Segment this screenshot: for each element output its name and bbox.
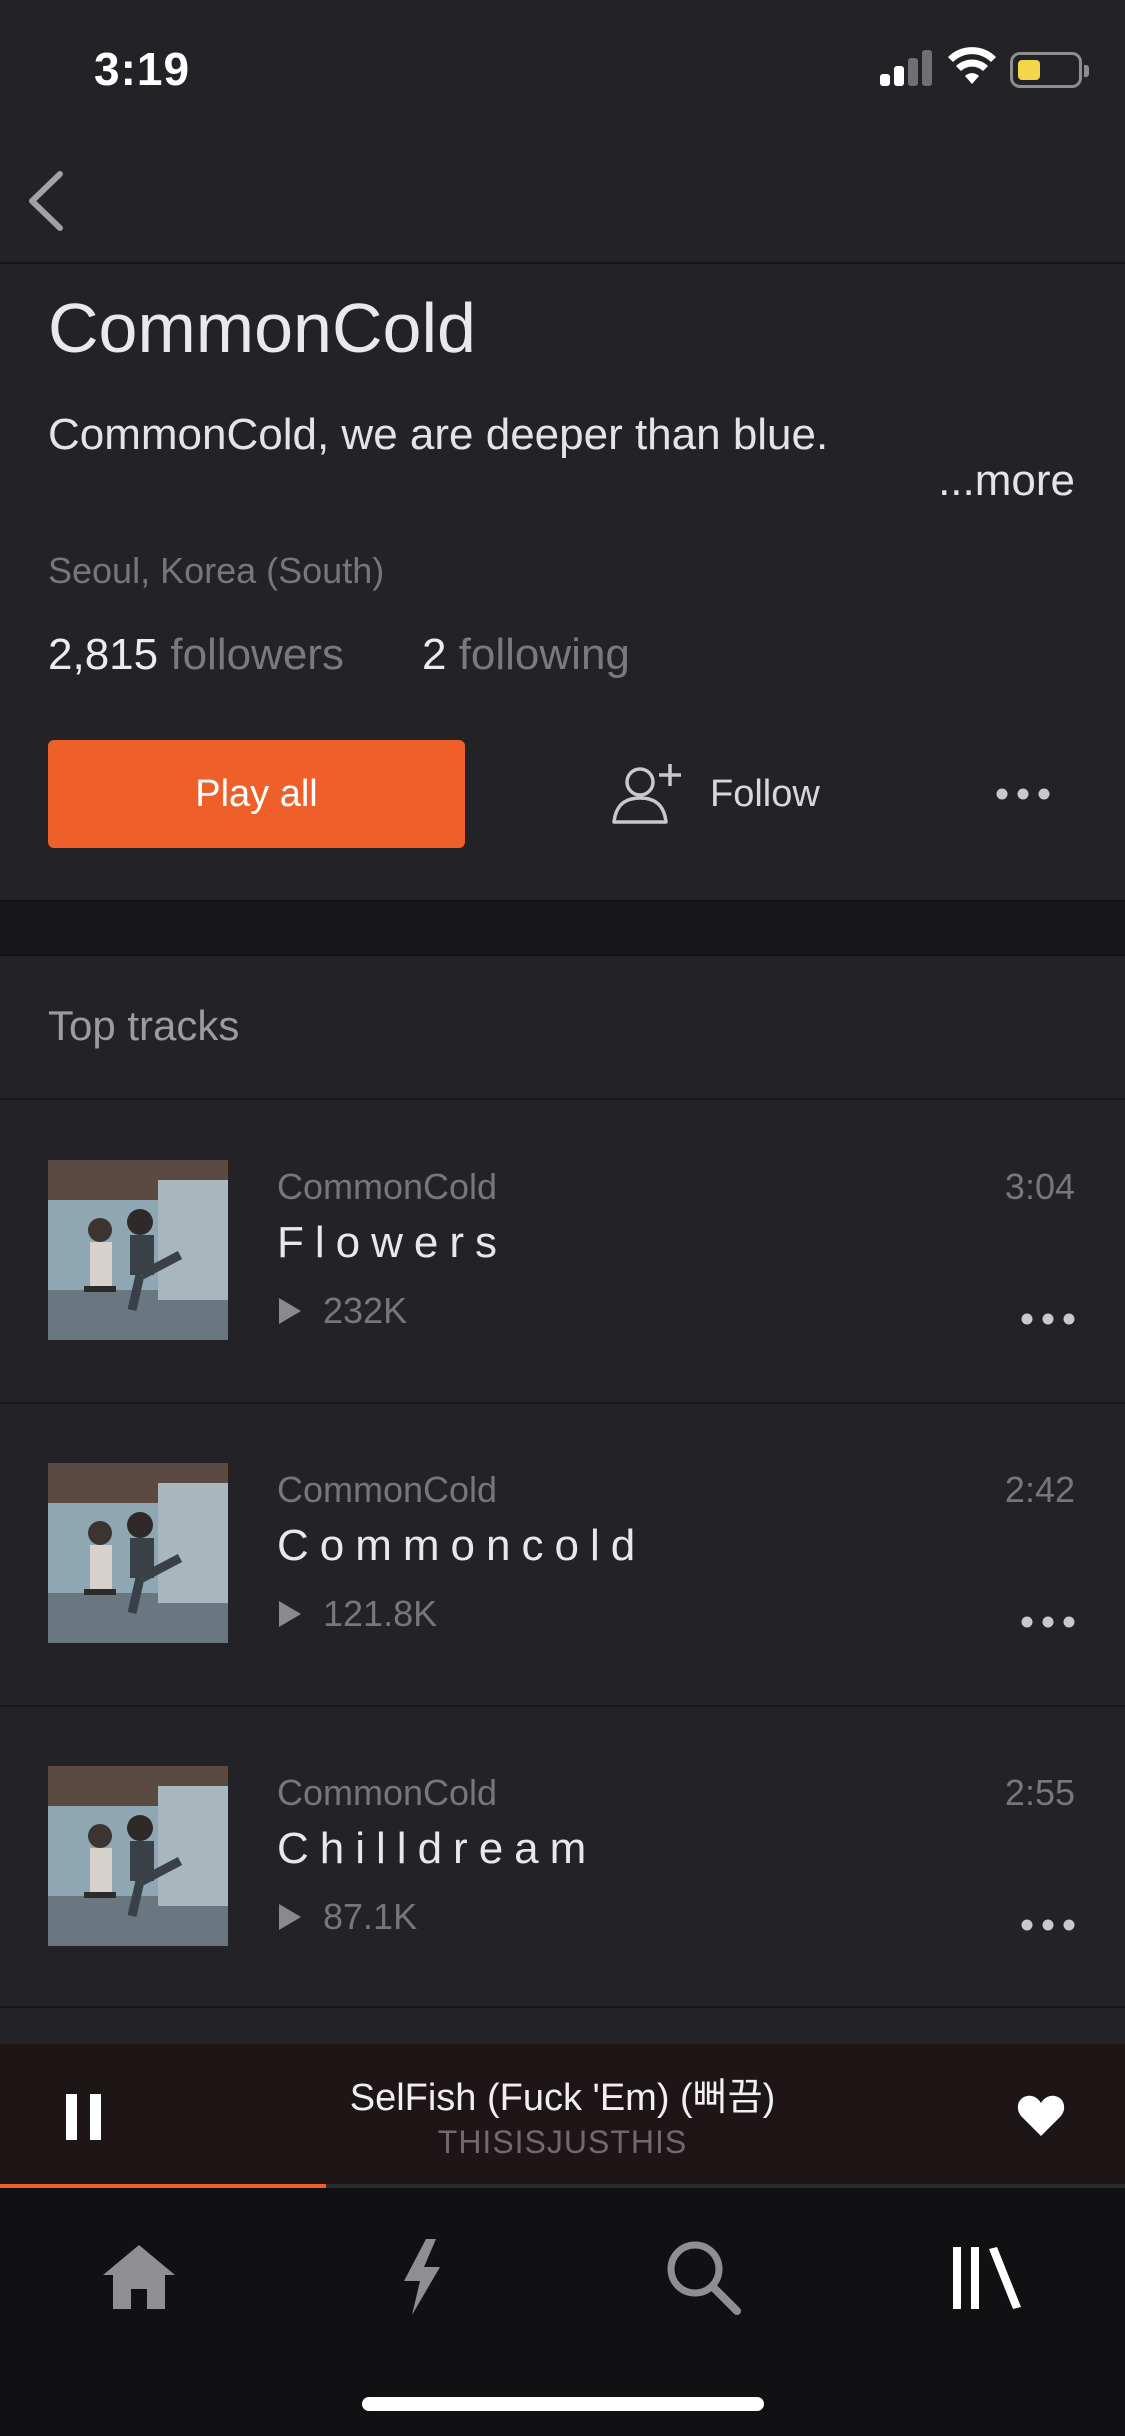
track-artwork — [48, 1160, 228, 1340]
navigation-bar — [0, 140, 1125, 264]
tab-search[interactable] — [658, 2232, 748, 2322]
tab-library[interactable] — [940, 2232, 1030, 2322]
play-icon — [279, 1601, 301, 1627]
followers-label: followers — [170, 630, 344, 679]
heart-icon[interactable] — [1016, 2094, 1066, 2138]
track-artist: CommonCold — [277, 1772, 498, 1813]
follow-label: Follow — [710, 772, 820, 815]
tab-home[interactable] — [94, 2232, 184, 2322]
followers-stat[interactable]: 2,815 followers — [48, 630, 344, 680]
profile-location: Seoul, Korea (South) — [48, 550, 385, 591]
track-title: Commoncold — [277, 1521, 647, 1570]
bio-more-link[interactable]: ...more — [938, 456, 1075, 506]
follow-button[interactable]: Follow — [610, 756, 820, 832]
profile-name: CommonCold — [48, 289, 476, 367]
divider — [0, 2006, 1125, 2008]
followers-count: 2,815 — [48, 630, 159, 679]
track-row[interactable]: CommonCold Chilldream 87.1K 2:55 — [0, 1706, 1125, 2008]
play-count: 232K — [277, 1290, 407, 1332]
back-chevron-icon[interactable] — [22, 166, 72, 236]
track-artwork — [48, 1463, 228, 1643]
track-artist: CommonCold — [277, 1469, 498, 1510]
track-duration: 2:55 — [1004, 1772, 1075, 1813]
play-count-value: 87.1K — [323, 1896, 418, 1937]
battery-icon — [1010, 52, 1089, 88]
mini-player[interactable]: SelFish (Fuck 'Em) (뻐끔) THISISJUSTHIS — [0, 2044, 1125, 2186]
play-count-value: 232K — [323, 1290, 408, 1331]
track-artist: CommonCold — [277, 1166, 498, 1207]
wifi-icon — [948, 47, 996, 84]
cellular-signal-icon — [880, 50, 934, 86]
following-stat[interactable]: 2 following — [422, 630, 630, 680]
track-more-icon[interactable] — [1021, 1613, 1075, 1631]
track-duration: 3:04 — [1004, 1166, 1075, 1207]
library-icon — [953, 2247, 1021, 2309]
top-tracks-heading: Top tracks — [48, 1002, 240, 1049]
section-separator — [0, 900, 1125, 956]
play-count: 87.1K — [277, 1896, 417, 1938]
play-icon — [279, 1298, 301, 1324]
play-icon — [279, 1904, 301, 1930]
play-count: 121.8K — [277, 1593, 437, 1635]
now-playing-artist: THISISJUSTHIS — [437, 2124, 688, 2160]
track-more-icon[interactable] — [1021, 1310, 1075, 1328]
following-label: following — [458, 630, 630, 679]
search-icon — [667, 2241, 741, 2315]
track-row[interactable]: CommonCold Commoncold 121.8K 2:42 — [0, 1403, 1125, 1705]
track-artwork — [48, 1766, 228, 1946]
home-icon — [103, 2245, 175, 2309]
track-title: Chilldream — [277, 1824, 598, 1873]
status-time: 3:19 — [94, 43, 191, 95]
track-row[interactable]: CommonCold Flowers 232K 3:04 — [0, 1100, 1125, 1402]
profile-bio: CommonCold, we are deeper than blue. — [48, 410, 829, 459]
status-bar: 3:19 — [0, 0, 1125, 140]
now-playing-title: SelFish (Fuck 'Em) (뻐끔) — [349, 2077, 776, 2119]
play-count-value: 121.8K — [323, 1593, 438, 1634]
tab-stream[interactable] — [376, 2232, 466, 2322]
track-duration: 2:42 — [1004, 1469, 1075, 1510]
following-count: 2 — [421, 630, 447, 679]
profile-stats: 2,815 followers 2 following — [48, 630, 630, 680]
play-all-button[interactable]: Play all — [48, 740, 465, 848]
track-more-icon[interactable] — [1021, 1916, 1075, 1934]
add-user-icon — [612, 764, 681, 824]
more-options-icon[interactable] — [996, 780, 1050, 808]
home-indicator — [362, 2397, 764, 2411]
track-title: Flowers — [277, 1218, 509, 1267]
lightning-icon — [404, 2239, 440, 2315]
